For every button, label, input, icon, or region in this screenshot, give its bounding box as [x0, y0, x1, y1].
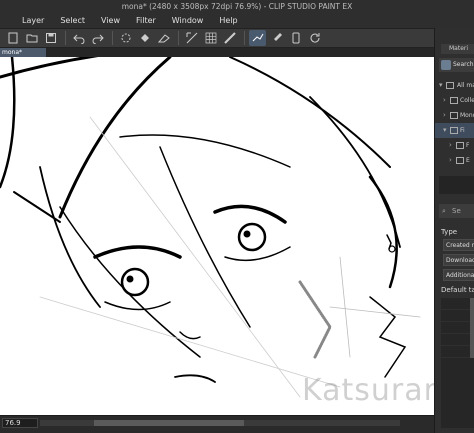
- material-search-input[interactable]: ⌕ Se: [439, 204, 474, 218]
- tree-item-label: Mono: [460, 112, 474, 119]
- toolbar-divider: [112, 31, 113, 45]
- folder-icon: [450, 112, 458, 119]
- tree-item-selected[interactable]: ▾ Fi: [435, 123, 474, 138]
- filter-created-button[interactable]: Created m: [443, 239, 474, 251]
- folder-icon: [456, 157, 464, 164]
- transform-icon[interactable]: [183, 30, 200, 46]
- pen-stroke-icon[interactable]: [249, 30, 266, 46]
- search-icon: [441, 60, 451, 70]
- document-tab[interactable]: mona*: [0, 48, 46, 57]
- open-folder-icon[interactable]: [23, 30, 40, 46]
- material-preview-area: [439, 176, 474, 194]
- toolbar-divider: [65, 31, 66, 45]
- folder-icon: [446, 82, 454, 89]
- chevron-down-icon: ▾: [443, 126, 447, 134]
- line-art-drawing: [0, 57, 421, 398]
- horizontal-scrollbar[interactable]: [40, 420, 400, 426]
- menu-select[interactable]: Select: [52, 14, 93, 28]
- search-icon: ⌕: [442, 207, 446, 215]
- material-tree: ▾ All ma › Colle › Mono ▾ Fi › F › E: [435, 78, 474, 168]
- undo-icon[interactable]: [70, 30, 87, 46]
- tree-item-color[interactable]: › Colle: [435, 93, 474, 108]
- redo-icon[interactable]: [89, 30, 106, 46]
- chevron-right-icon: ›: [443, 96, 446, 104]
- window-title: mona* (2480 x 3508px 72dpi 76.9%) - CLIP…: [121, 2, 353, 11]
- menu-filter[interactable]: Filter: [128, 14, 164, 28]
- chevron-right-icon: ›: [449, 141, 452, 149]
- menu-view[interactable]: View: [93, 14, 128, 28]
- folder-icon: [450, 127, 458, 134]
- status-bar: 76.9: [0, 415, 434, 433]
- eraser-icon[interactable]: [155, 30, 172, 46]
- tree-item-label: Colle: [460, 97, 474, 104]
- filter-additional-button[interactable]: Additiona: [443, 269, 474, 281]
- tree-item-label: All ma: [457, 82, 474, 89]
- search-material-label: Search: [453, 61, 474, 68]
- filter-downloaded-button[interactable]: Downloade: [443, 254, 474, 266]
- title-bar: mona* (2480 x 3508px 72dpi 76.9%) - CLIP…: [0, 0, 474, 14]
- new-file-icon[interactable]: [4, 30, 21, 46]
- drawing-canvas[interactable]: Katsurart: [0, 57, 434, 415]
- folder-icon: [456, 142, 464, 149]
- loading-icon[interactable]: [117, 30, 134, 46]
- panel-tab-material[interactable]: Materi: [441, 44, 474, 54]
- search-placeholder: Se: [452, 207, 461, 215]
- command-bar: [0, 28, 474, 48]
- scrollbar-thumb[interactable]: [94, 420, 244, 426]
- document-tab-bar: mona*: [0, 48, 434, 57]
- toolbar-divider: [178, 31, 179, 45]
- toolbar-divider: [244, 31, 245, 45]
- chevron-down-icon: ▾: [439, 81, 443, 89]
- grid-icon[interactable]: [202, 30, 219, 46]
- fill-icon[interactable]: [136, 30, 153, 46]
- brush-icon[interactable]: [268, 30, 285, 46]
- menu-window[interactable]: Window: [164, 14, 212, 28]
- menu-layer[interactable]: Layer: [14, 14, 52, 28]
- default-tag-label: Default tag: [441, 286, 474, 294]
- tree-item-monochrome[interactable]: › Mono: [435, 108, 474, 123]
- tree-item-sub-1[interactable]: › F: [435, 138, 474, 153]
- tree-item-sub-2[interactable]: › E: [435, 153, 474, 168]
- tree-item-label: Fi: [460, 127, 465, 134]
- type-label: Type: [441, 228, 458, 236]
- canvas-watermark: Katsurart: [302, 373, 434, 408]
- menu-help[interactable]: Help: [211, 14, 245, 28]
- save-icon[interactable]: [42, 30, 59, 46]
- refresh-icon[interactable]: [306, 30, 323, 46]
- chevron-right-icon: ›: [443, 111, 446, 119]
- tree-item-label: E: [466, 157, 470, 164]
- folder-icon: [450, 97, 458, 104]
- menu-bar: Layer Select View Filter Window Help: [0, 14, 474, 28]
- document-tab-label: mona*: [2, 49, 22, 56]
- material-panel: Materi Search ▾ All ma › Colle › Mono ▾ …: [434, 28, 474, 433]
- chevron-right-icon: ›: [449, 156, 452, 164]
- tree-item-all-materials[interactable]: ▾ All ma: [435, 78, 474, 93]
- tablet-icon[interactable]: [287, 30, 304, 46]
- panel-scrollbar[interactable]: [470, 298, 474, 358]
- ruler-icon[interactable]: [221, 30, 238, 46]
- zoom-level-field[interactable]: 76.9: [2, 418, 38, 428]
- search-material-button[interactable]: Search: [439, 58, 474, 72]
- tree-item-label: F: [466, 142, 470, 149]
